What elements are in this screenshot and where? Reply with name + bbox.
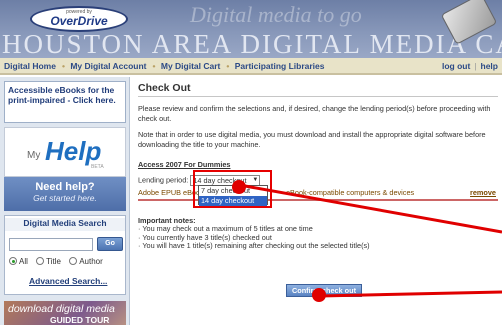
site-header: Digital media to go powered by OverDrive… [0,0,502,58]
page-title: Check Out [138,82,191,94]
guided-tour-line1: download digital media [8,303,115,315]
myhelp-my-text: My [27,150,41,161]
advanced-search-link[interactable]: Advanced Search... [29,276,107,286]
header-script-overlay: Digital media to go [190,2,362,27]
annotation-marker [312,288,326,302]
top-nav-bar: Digital Home • My Digital Account • My Dig… [0,58,502,75]
format-compatibility: eBook-compatible computers & devices [286,188,415,197]
radio-all-label: All [19,257,28,266]
nav-digital-home[interactable]: Digital Home [4,61,56,71]
help-link[interactable]: help [481,61,498,71]
radio-author[interactable] [69,257,78,265]
notes-list: · You may check out a maximum of 5 title… [138,224,498,251]
search-scope-radios: All Title Author [9,257,109,266]
guided-tour-line2: GUIDED TOUR [50,315,110,325]
myhelp-beta-text: BETA [91,164,104,170]
need-help-title: Need help? [35,181,95,193]
nav-bullet-icon: • [152,61,156,71]
logo-name: OverDrive [50,14,108,28]
myhelp-help-text: Help [45,136,102,166]
left-sidebar: Accessible eBooks for the print-impaired… [0,77,130,325]
note-item: · You will have 1 title(s) remaining aft… [138,241,370,251]
software-note: Note that in order to use digital media,… [138,130,486,149]
format-divider [138,199,498,201]
nav-my-digital-cart[interactable]: My Digital Cart [161,61,221,71]
search-input[interactable] [9,238,93,251]
need-help-subtitle: Get started here. [33,193,97,203]
radio-author-label: Author [79,257,103,266]
remove-link[interactable]: remove [470,188,496,197]
search-title: Digital Media Search [5,218,125,231]
radio-all[interactable] [9,257,17,265]
myhelp-banner[interactable]: My Help BETA [4,127,126,177]
site-title: HOUSTON AREA DIGITAL MEDIA CATALOG [2,29,502,58]
nav-account-links: log out | help [442,61,498,71]
logout-link[interactable]: log out [442,61,470,71]
annotation-marker [232,180,246,194]
book-title-link[interactable]: Access 2007 For Dummies [138,160,230,169]
title-divider [138,96,498,97]
screenshot-frame: Digital media to go powered by OverDrive… [0,0,502,325]
digital-media-search: Digital Media Search Go All Title Author… [4,215,126,295]
accessible-ebooks-link[interactable]: Accessible eBooks for the print-impaired… [4,81,126,123]
radio-title[interactable] [36,257,45,265]
need-help-banner[interactable]: Need help? Get started here. [4,177,126,211]
nav-participating-libraries[interactable]: Participating Libraries [235,61,325,71]
guided-tour-banner[interactable]: download digital media GUIDED TOUR [4,301,126,325]
review-instructions: Please review and confirm the selections… [138,104,491,123]
nav-bullet-icon: • [61,61,65,71]
lending-period-label: Lending period: [138,175,189,185]
nav-bullet-icon: • [226,61,230,71]
search-go-button[interactable]: Go [97,237,123,251]
nav-my-digital-account[interactable]: My Digital Account [70,61,146,71]
nav-separator: | [474,61,477,71]
nav-links: Digital Home • My Digital Account • My Dig… [4,61,328,71]
radio-title-label: Title [46,257,61,266]
